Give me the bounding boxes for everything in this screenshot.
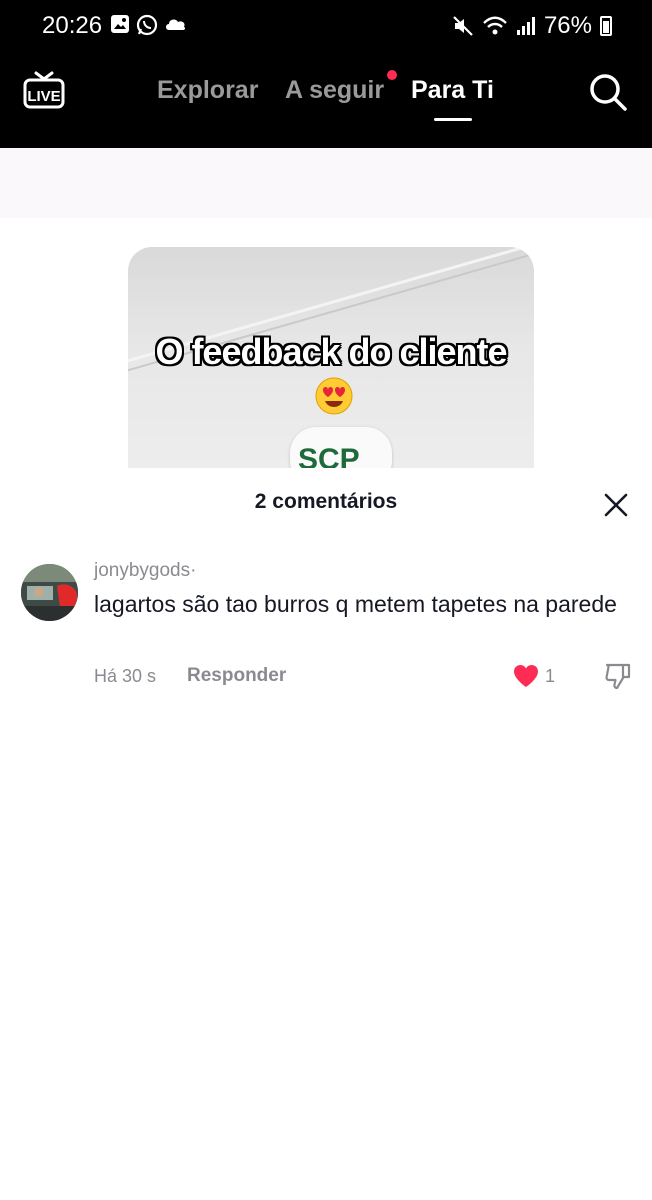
search-icon[interactable] [588,72,628,112]
background-band [0,148,652,218]
mute-icon [453,16,473,36]
like-count: 1 [545,666,556,686]
avatar[interactable] [21,564,78,621]
close-icon[interactable] [603,492,629,518]
status-time: 20:26 [42,12,103,39]
avatar-image [21,564,78,621]
logo-text: SCP [298,443,360,468]
status-bar: 20:26 76% [0,0,652,52]
video-preview[interactable]: SCP O feedback do cliente [128,247,534,468]
whatsapp-icon [136,14,158,36]
notification-dot [387,70,397,80]
battery-percent: 76% [543,12,592,39]
cloud-icon [166,19,186,30]
status-left-icons [110,14,188,36]
video-caption-text: O feedback do cliente [155,331,507,372]
comment-username[interactable]: jonybygods· [94,560,196,582]
live-icon[interactable]: LIVE [22,70,66,110]
tab-a-seguir[interactable]: A seguir [285,76,384,105]
video-caption: O feedback do cliente [128,331,534,416]
comments-sheet: 2 comentários jonybygods· lagartos são t… [0,468,652,1200]
live-label: LIVE [27,88,60,105]
comments-title: 2 comentários [254,490,398,513]
battery-icon [600,16,612,36]
dislike-icon[interactable] [604,661,632,691]
gallery-icon [111,15,129,33]
comment-text: lagartos são tao burros q metem tapetes … [94,591,617,617]
active-tab-indicator [434,118,472,121]
username-separator: · [190,560,197,581]
comment-time: Há 30 s [94,666,157,686]
status-right: 76% [452,12,612,40]
tab-explorar[interactable]: Explorar [157,76,258,105]
username-text[interactable]: jonybygods [94,560,190,581]
signal-icon [516,17,535,35]
reply-button[interactable]: Responder [187,665,286,687]
wifi-icon [483,16,507,35]
heart-eyes-emoji-icon [315,377,353,415]
heart-icon[interactable] [512,663,540,689]
tab-para-ti[interactable]: Para Ti [411,76,494,105]
top-nav: LIVE Explorar A seguir Para Ti [0,52,652,148]
